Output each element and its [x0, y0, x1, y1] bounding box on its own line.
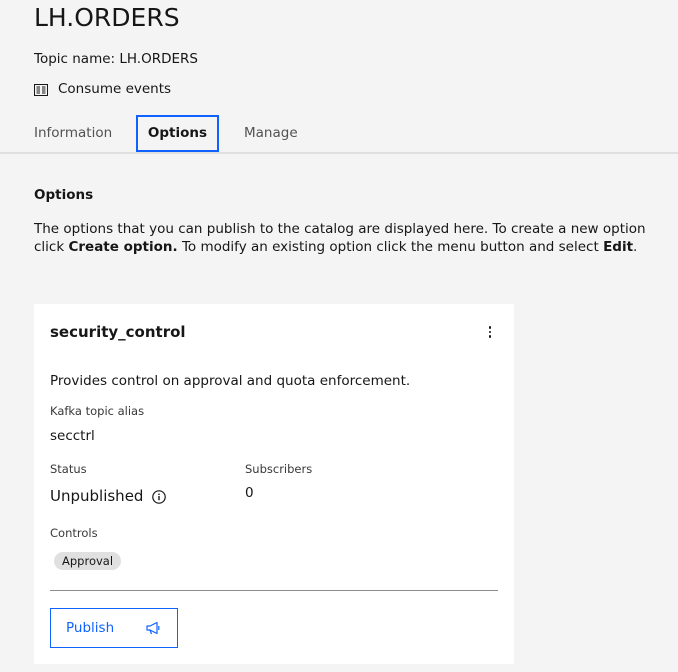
tab-information[interactable]: Information	[34, 115, 112, 152]
list-document-icon	[34, 83, 48, 96]
status-text: Unpublished	[50, 487, 144, 505]
alias-label: Kafka topic alias	[50, 404, 145, 418]
topic-name: Topic name: LH.ORDERS	[34, 51, 198, 67]
publish-button[interactable]: Publish	[50, 608, 178, 648]
subscribers-value: 0	[245, 485, 254, 501]
option-description: Provides control on approval and quota e…	[50, 373, 411, 389]
desc-edit: Edit	[603, 239, 634, 255]
page-title: LH.ORDERS	[34, 3, 180, 32]
card-divider	[50, 590, 498, 591]
status-label: Status	[50, 462, 87, 476]
tab-options[interactable]: Options	[136, 115, 219, 152]
consume-events-label: Consume events	[58, 81, 172, 97]
tab-manage[interactable]: Manage	[244, 115, 298, 152]
option-card: security_control Provides control on app…	[34, 304, 514, 664]
desc-create-option: Create option.	[68, 239, 178, 255]
consume-events-link[interactable]: Consume events	[34, 80, 171, 98]
controls-label: Controls	[50, 526, 98, 540]
megaphone-icon	[145, 621, 161, 635]
status-value: Unpublished	[50, 486, 167, 506]
tab-rule	[0, 152, 678, 154]
subscribers-label: Subscribers	[245, 462, 313, 476]
desc-text-3: .	[633, 239, 638, 255]
overflow-menu-vertical-icon[interactable]	[480, 322, 500, 342]
alias-value: secctrl	[50, 428, 95, 444]
tab-list: Information Options Manage	[0, 115, 678, 154]
publish-label: Publish	[66, 620, 115, 636]
option-title: security_control	[50, 323, 186, 341]
information-icon[interactable]	[152, 489, 167, 504]
section-description: The options that you can publish to the …	[34, 220, 664, 256]
control-tag-approval: Approval	[54, 552, 122, 570]
desc-text-2: To modify an existing option click the m…	[177, 239, 604, 255]
section-title: Options	[34, 187, 94, 203]
